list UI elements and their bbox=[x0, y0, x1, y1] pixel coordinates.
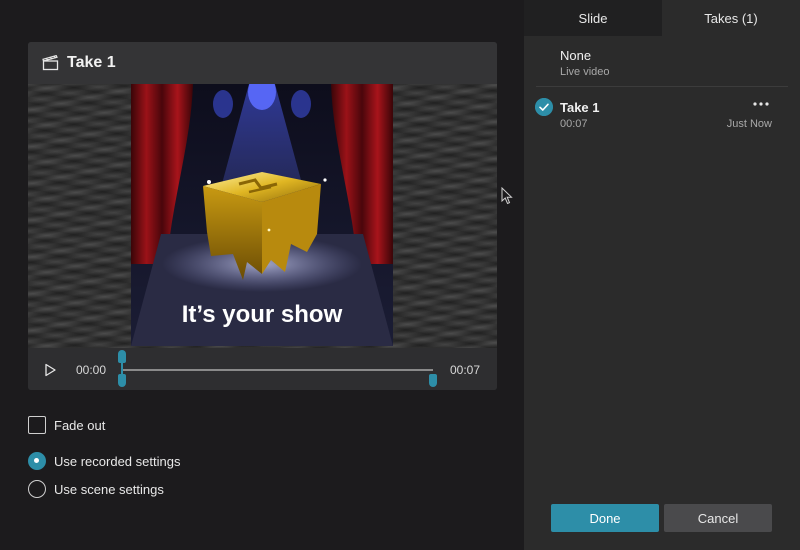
clapperboard-icon bbox=[42, 55, 59, 71]
video-thumbnail: It’s your show bbox=[131, 84, 393, 346]
use-scene-settings-label: Use scene settings bbox=[54, 481, 164, 497]
timeline-track[interactable] bbox=[121, 369, 433, 371]
take-none-name: None bbox=[560, 48, 592, 63]
player-title: Take 1 bbox=[67, 54, 116, 71]
editor-pane: Take 1 It’s your show 00:00 00:07 Fade o… bbox=[0, 0, 524, 550]
check-icon bbox=[535, 98, 553, 116]
more-horizontal-icon[interactable] bbox=[750, 96, 772, 112]
use-recorded-settings-radio[interactable] bbox=[28, 452, 46, 470]
divider bbox=[536, 86, 788, 87]
take-timestamp: Just Now bbox=[726, 118, 772, 130]
current-time: 00:00 bbox=[76, 363, 107, 377]
fade-out-option[interactable]: Fade out bbox=[28, 416, 105, 434]
use-recorded-settings-option[interactable]: Use recorded settings bbox=[28, 452, 180, 470]
total-time: 00:07 bbox=[450, 363, 481, 377]
tab-slide[interactable]: Slide bbox=[524, 0, 662, 36]
take-item[interactable]: Take 1 00:07 Just Now bbox=[524, 92, 800, 136]
trim-start-handle[interactable] bbox=[118, 374, 126, 387]
trim-end-handle[interactable] bbox=[429, 374, 437, 387]
take-none-item[interactable]: None Live video bbox=[560, 48, 610, 78]
use-scene-settings-radio[interactable] bbox=[28, 480, 46, 498]
video-frame[interactable]: It’s your show bbox=[28, 84, 497, 348]
use-scene-settings-option[interactable]: Use scene settings bbox=[28, 480, 164, 498]
take-none-sub: Live video bbox=[560, 66, 610, 78]
panel-tabs: Slide Takes (1) bbox=[524, 0, 800, 36]
cancel-button[interactable]: Cancel bbox=[664, 504, 772, 532]
done-button[interactable]: Done bbox=[551, 504, 659, 532]
take-name: Take 1 bbox=[560, 100, 600, 115]
playhead-handle[interactable] bbox=[118, 350, 126, 363]
takes-panel: Slide Takes (1) None Live video Take 1 0… bbox=[524, 0, 800, 550]
player-header: Take 1 bbox=[28, 42, 497, 84]
fade-out-checkbox[interactable] bbox=[28, 416, 46, 434]
play-icon[interactable] bbox=[42, 362, 58, 378]
mouse-cursor-icon bbox=[501, 187, 513, 205]
video-caption: It’s your show bbox=[182, 301, 343, 328]
playback-controls: 00:00 00:07 bbox=[28, 348, 497, 390]
fade-out-label: Fade out bbox=[54, 417, 106, 433]
tab-takes[interactable]: Takes (1) bbox=[662, 0, 800, 36]
video-player: Take 1 It’s your show 00:00 00:07 bbox=[28, 42, 497, 390]
use-recorded-settings-label: Use recorded settings bbox=[54, 453, 181, 469]
take-duration: 00:07 bbox=[560, 118, 588, 130]
